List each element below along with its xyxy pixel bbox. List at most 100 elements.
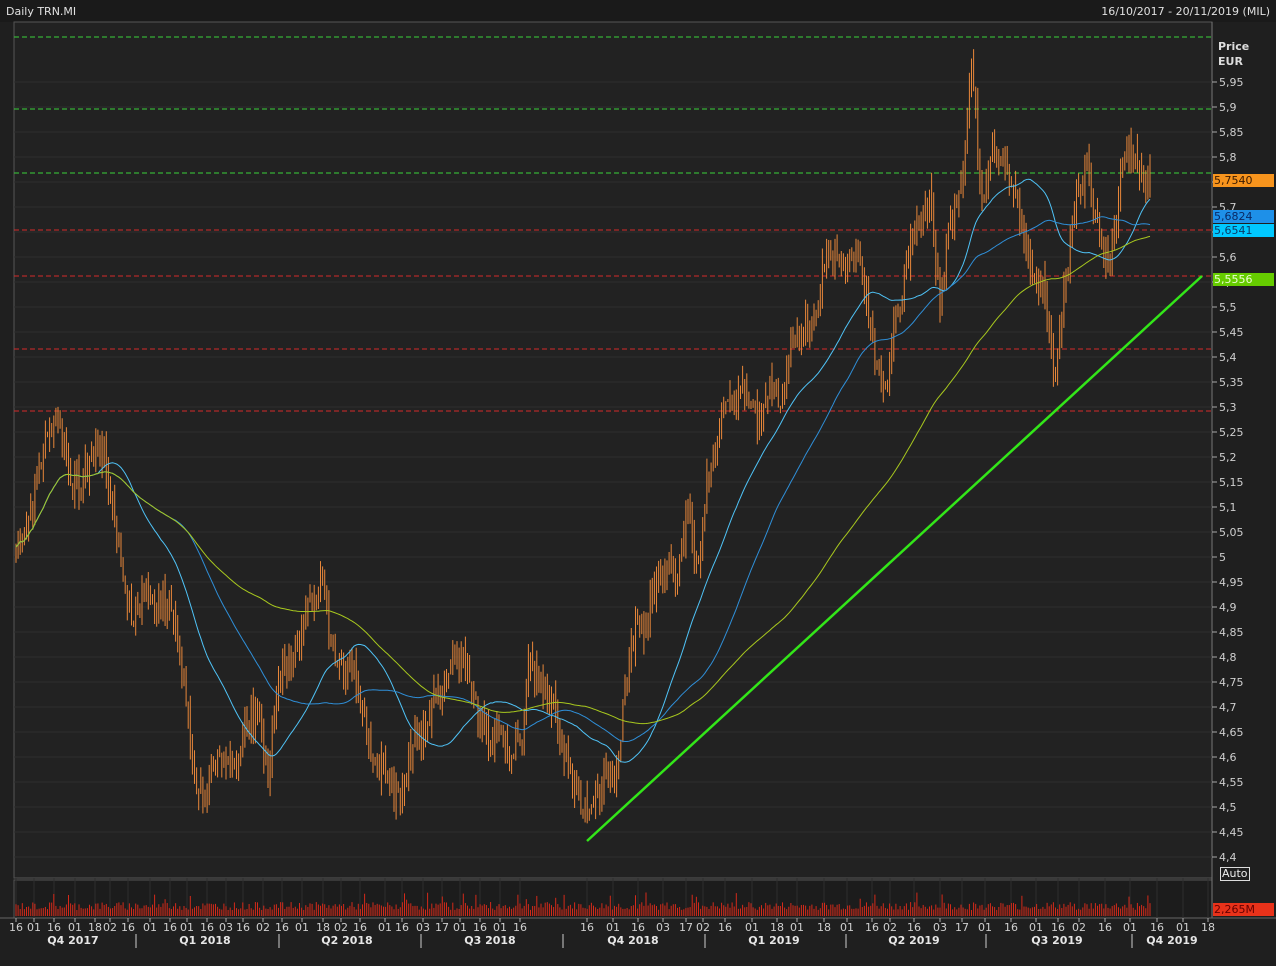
x-tick-label: 01 xyxy=(1123,921,1137,934)
x-tick-label: 16 xyxy=(395,921,409,934)
quarter-label: Q1 2018 xyxy=(179,934,230,947)
x-tick-label: 01 xyxy=(68,921,82,934)
x-tick-label: 17 xyxy=(435,921,449,934)
last-value-badge: 5,6824 xyxy=(1213,209,1274,223)
quarter-label: Q3 2019 xyxy=(1031,934,1082,947)
y-tick-label: 5,15 xyxy=(1219,476,1244,489)
x-tick-label: 01 xyxy=(378,921,392,934)
y-tick-label: 5,25 xyxy=(1219,426,1244,439)
y-tick-label: 5 xyxy=(1219,551,1226,564)
x-tick-label: 03 xyxy=(933,921,947,934)
x-tick-label: 01 xyxy=(180,921,194,934)
x-tick-label: 16 xyxy=(275,921,289,934)
y-tick-label: 5,85 xyxy=(1219,126,1244,139)
x-tick-label: 02 xyxy=(103,921,117,934)
x-tick-label: 03 xyxy=(416,921,430,934)
y-tick-label: 4,5 xyxy=(1219,801,1237,814)
x-tick-label: 01 xyxy=(790,921,804,934)
plot-area xyxy=(13,21,1213,879)
x-tick-label: 16 xyxy=(200,921,214,934)
x-tick-label: 03 xyxy=(219,921,233,934)
price-label: Price xyxy=(1218,40,1250,53)
y-tick-label: 5,8 xyxy=(1219,151,1237,164)
x-tick-label: 02 xyxy=(256,921,270,934)
x-tick-label: 01 xyxy=(453,921,467,934)
x-tick-label: 16 xyxy=(1051,921,1065,934)
y-tick-label: 5,05 xyxy=(1219,526,1244,539)
x-tick-label: 16 xyxy=(473,921,487,934)
x-tick-label: 18 xyxy=(1201,921,1215,934)
y-tick-label: 4,8 xyxy=(1219,651,1237,664)
x-tick-label: 02 xyxy=(696,921,710,934)
y-tick-label: 5,9 xyxy=(1219,101,1237,114)
x-tick-label: 01 xyxy=(1029,921,1043,934)
x-tick-label: 16 xyxy=(1098,921,1112,934)
auto-scale-button[interactable]: Auto xyxy=(1220,867,1250,881)
x-tick-label: 16 xyxy=(865,921,879,934)
y-tick-label: 4,4 xyxy=(1219,851,1237,864)
x-tick-label: 16 xyxy=(631,921,645,934)
x-tick-label: 01 xyxy=(978,921,992,934)
x-tick-label: 17 xyxy=(679,921,693,934)
quarter-label: Q1 2019 xyxy=(748,934,799,947)
x-tick-label: 17 xyxy=(955,921,969,934)
x-tick-label: 16 xyxy=(513,921,527,934)
x-tick-label: 16 xyxy=(353,921,367,934)
x-tick-label: 16 xyxy=(1004,921,1018,934)
volume-last-badge: 2,265M xyxy=(1213,903,1274,916)
quarter-label: Q4 2017 xyxy=(47,934,98,947)
y-tick-label: 5,35 xyxy=(1219,376,1244,389)
last-value-badge: 5,5556 xyxy=(1213,273,1274,287)
x-tick-label: 01 xyxy=(1176,921,1190,934)
x-tick-label: 16 xyxy=(718,921,732,934)
y-tick-label: 5,6 xyxy=(1219,251,1237,264)
quarter-label: Q3 2018 xyxy=(464,934,515,947)
x-tick-label: 16 xyxy=(907,921,921,934)
price-chart[interactable]: 16 01 16 01 18 02 16 01 16 01 16 03 16 02 16 01 18 02 16 01… xyxy=(0,0,1276,966)
y-tick-label: 5,5 xyxy=(1219,301,1237,314)
x-tick-label: 16 xyxy=(163,921,177,934)
x-tick-label: 02 xyxy=(1072,921,1086,934)
quarter-label: Q4 2018 xyxy=(607,934,658,947)
quarter-label: Q4 2019 xyxy=(1146,934,1197,947)
x-tick-label: 16 xyxy=(580,921,594,934)
x-tick-label: 18 xyxy=(316,921,330,934)
last-value-badge: 5,6541 xyxy=(1213,223,1274,237)
x-tick-label: 01 xyxy=(606,921,620,934)
x-tick-label: 16 xyxy=(121,921,135,934)
x-tick-label: 01 xyxy=(295,921,309,934)
y-tick-label: 4,95 xyxy=(1219,576,1244,589)
x-tick-label: 18 xyxy=(88,921,102,934)
y-tick-label: 5,3 xyxy=(1219,401,1237,414)
x-tick-label: 16 xyxy=(236,921,250,934)
y-tick-label: 5,95 xyxy=(1219,76,1244,89)
y-tick-label: 5,1 xyxy=(1219,501,1237,514)
y-tick-label: 4,85 xyxy=(1219,626,1244,639)
y-tick-label: 4,65 xyxy=(1219,726,1244,739)
x-tick-label: 16 xyxy=(47,921,61,934)
y-axis-title: Price EUR xyxy=(1218,39,1249,69)
x-tick-label: 16 xyxy=(1150,921,1164,934)
y-tick-label: 4,75 xyxy=(1219,676,1244,689)
currency-label: EUR xyxy=(1218,55,1243,68)
x-tick-label: 18 xyxy=(770,921,784,934)
y-tick-label: 4,6 xyxy=(1219,751,1237,764)
x-tick-label: 16 xyxy=(9,921,23,934)
x-tick-label: 02 xyxy=(883,921,897,934)
x-tick-label: 01 xyxy=(27,921,41,934)
y-tick-label: 5,2 xyxy=(1219,451,1237,464)
quarter-label: Q2 2019 xyxy=(888,934,939,947)
y-tick-label: 4,45 xyxy=(1219,826,1244,839)
x-tick-label: 02 xyxy=(334,921,348,934)
y-tick-label: 4,9 xyxy=(1219,601,1237,614)
x-tick-label: 01 xyxy=(840,921,854,934)
y-tick-label: 4,7 xyxy=(1219,701,1237,714)
x-tick-label: 03 xyxy=(656,921,670,934)
x-tick-label: 01 xyxy=(493,921,507,934)
quarter-label: Q2 2018 xyxy=(321,934,372,947)
x-tick-label: 01 xyxy=(745,921,759,934)
y-tick-label: 5,4 xyxy=(1219,351,1237,364)
y-tick-label: 4,55 xyxy=(1219,776,1244,789)
x-tick-label: 01 xyxy=(143,921,157,934)
last-value-badge: 5,7540 xyxy=(1213,174,1274,187)
